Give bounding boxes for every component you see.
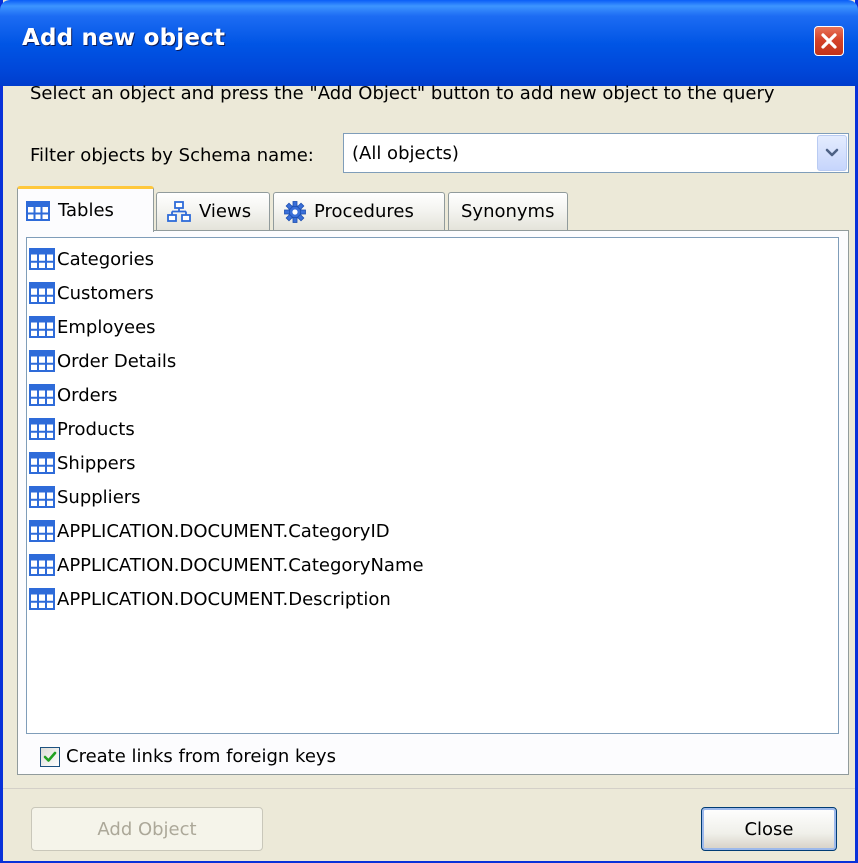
list-item[interactable]: Orders	[29, 378, 118, 412]
title-bar[interactable]: Add new object	[0, 0, 858, 86]
list-item-label: APPLICATION.DOCUMENT.CategoryID	[57, 520, 390, 542]
tab-views[interactable]: Views	[156, 192, 270, 230]
tables-tab-panel: Categories Customers Employees Order Det…	[17, 230, 849, 775]
list-item[interactable]: Employees	[29, 310, 156, 344]
close-label: Close	[744, 818, 794, 840]
table-icon	[29, 554, 55, 576]
instructions-text: Select an object and press the "Add Obje…	[30, 83, 775, 104]
button-bar: Add Object Close	[3, 788, 855, 861]
list-item[interactable]: APPLICATION.DOCUMENT.CategoryID	[29, 514, 390, 548]
list-item-label: Categories	[57, 248, 155, 270]
list-item-label: Orders	[57, 384, 118, 406]
list-item-label: APPLICATION.DOCUMENT.CategoryName	[57, 554, 424, 576]
list-item[interactable]: Shippers	[29, 446, 136, 480]
table-icon	[29, 520, 55, 542]
list-item-label: Order Details	[57, 350, 177, 372]
list-item[interactable]: APPLICATION.DOCUMENT.CategoryName	[29, 548, 424, 582]
tab-tables-label: Tables	[58, 200, 114, 221]
list-item[interactable]: Suppliers	[29, 480, 141, 514]
list-item[interactable]: Customers	[29, 276, 154, 310]
close-icon[interactable]	[814, 26, 844, 56]
table-icon	[29, 452, 55, 474]
schema-filter-dropdown[interactable]: (All objects)	[343, 133, 849, 173]
list-item[interactable]: Categories	[29, 242, 154, 276]
table-icon	[29, 486, 55, 508]
create-links-option[interactable]: Create links from foreign keys	[40, 746, 336, 767]
tab-views-label: Views	[199, 201, 252, 222]
list-item[interactable]: APPLICATION.DOCUMENT.Description	[29, 582, 391, 616]
chevron-down-icon[interactable]	[817, 135, 847, 171]
object-list[interactable]: Categories Customers Employees Order Det…	[26, 237, 839, 734]
list-item[interactable]: Products	[29, 412, 135, 446]
procedure-gear-icon	[284, 200, 306, 223]
list-item[interactable]: Order Details	[29, 344, 176, 378]
add-object-button[interactable]: Add Object	[31, 807, 263, 851]
create-links-checkbox[interactable]	[40, 746, 60, 767]
list-item-label: Products	[57, 418, 135, 440]
table-icon	[29, 350, 55, 372]
add-object-label: Add Object	[97, 818, 197, 840]
list-item-label: APPLICATION.DOCUMENT.Description	[57, 588, 391, 610]
list-item-label: Shippers	[57, 452, 136, 474]
checkmark-icon	[43, 751, 57, 762]
table-icon	[29, 588, 55, 610]
table-icon	[29, 248, 55, 270]
schema-filter-value: (All objects)	[352, 143, 459, 164]
tab-procedures-label: Procedures	[314, 201, 414, 222]
close-button[interactable]: Close	[701, 807, 837, 851]
list-item-label: Customers	[57, 282, 154, 304]
table-icon	[29, 384, 55, 406]
table-icon	[26, 200, 50, 221]
table-icon	[29, 418, 55, 440]
tab-synonyms-label: Synonyms	[461, 201, 555, 222]
table-icon	[29, 282, 55, 304]
tab-synonyms[interactable]: Synonyms	[448, 192, 568, 230]
schema-filter-label: Filter objects by Schema name:	[30, 145, 314, 166]
create-links-label: Create links from foreign keys	[66, 746, 336, 767]
list-item-label: Suppliers	[57, 486, 141, 508]
table-icon	[29, 316, 55, 338]
add-new-object-dialog: Add new object Select an object and pres…	[0, 0, 858, 863]
dialog-title: Add new object	[22, 25, 226, 51]
tab-procedures[interactable]: Procedures	[273, 192, 445, 230]
list-item-label: Employees	[57, 316, 156, 338]
tab-tables[interactable]: Tables	[17, 186, 154, 232]
view-icon	[167, 200, 191, 223]
